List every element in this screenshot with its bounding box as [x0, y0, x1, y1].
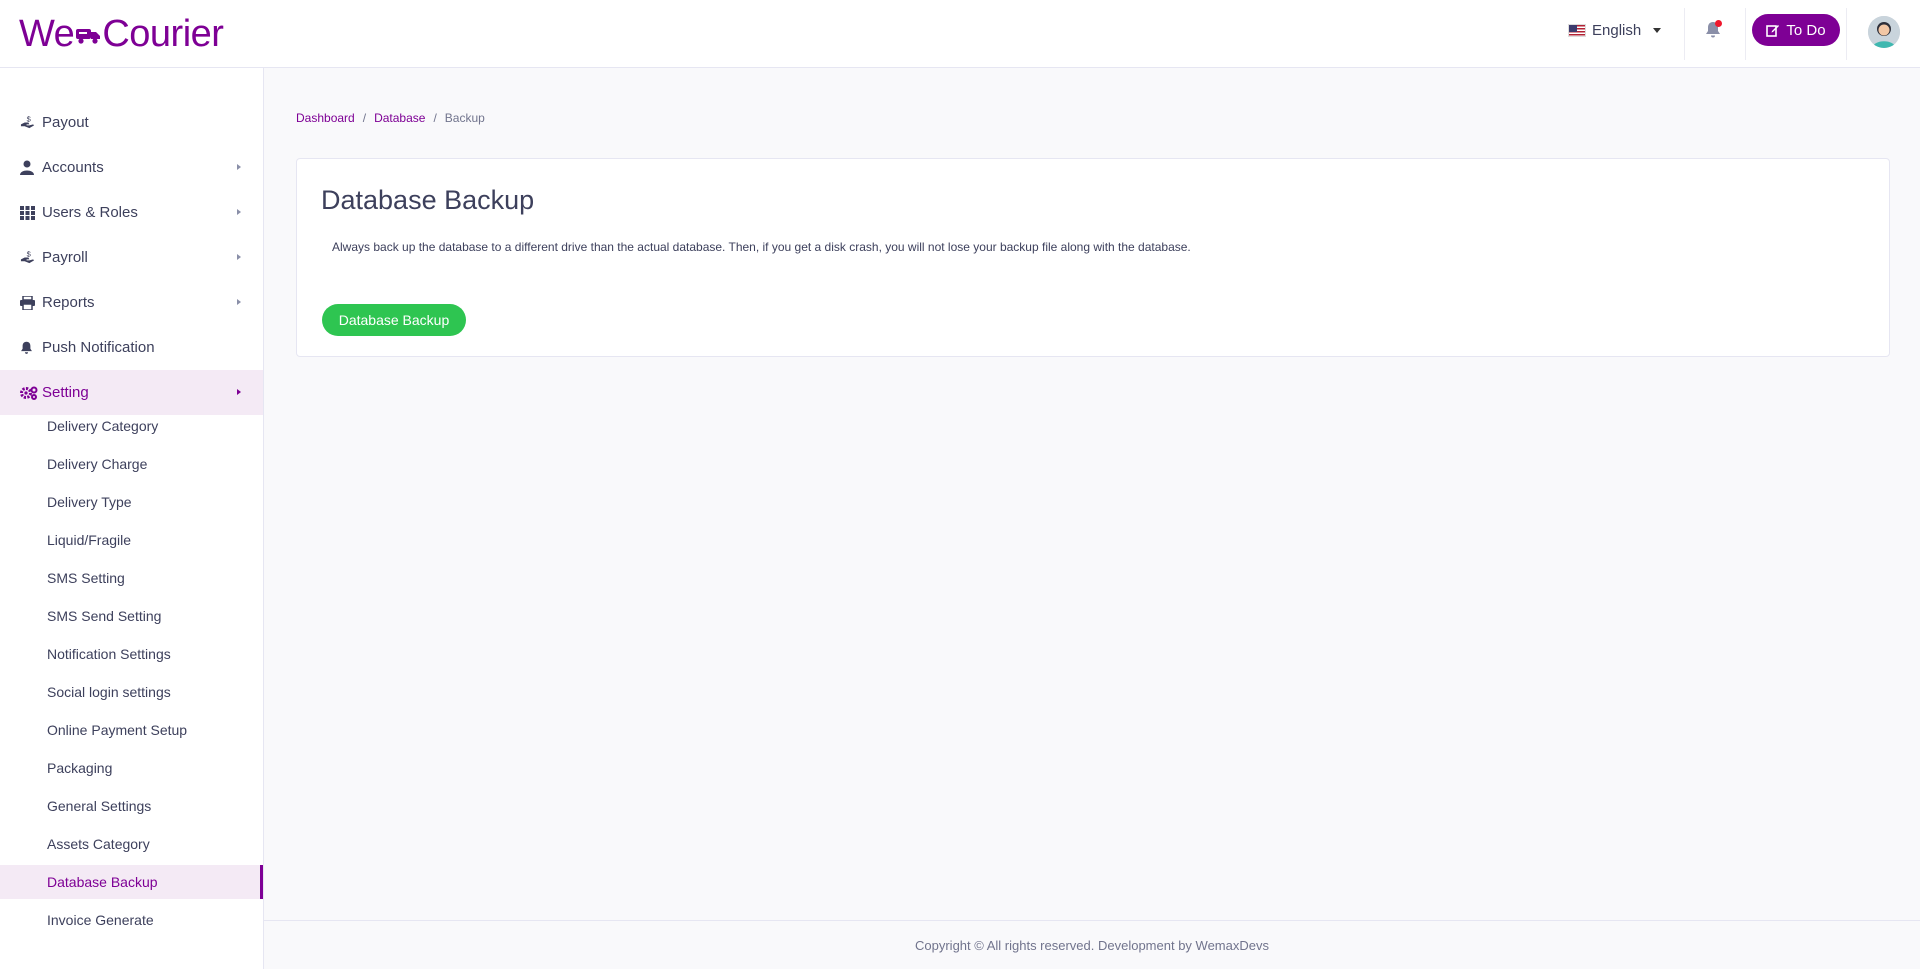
sidebar-item-label: Push Notification — [42, 339, 155, 356]
logo-text-left: We — [19, 13, 75, 55]
divider — [1846, 8, 1847, 60]
footer: Copyright © All rights reserved. Develop… — [264, 920, 1920, 969]
copyright-text: Copyright © All rights reserved. Develop… — [915, 937, 1269, 953]
notification-bell-button[interactable] — [1705, 20, 1722, 44]
database-backup-card: Database Backup Always back up the datab… — [296, 158, 1890, 357]
breadcrumb: Dashboard / Database / Backup — [296, 111, 485, 125]
breadcrumb-separator: / — [362, 111, 367, 125]
submenu-item-assets-category[interactable]: Assets Category — [0, 827, 263, 861]
todo-label: To Do — [1786, 21, 1826, 39]
todo-button[interactable]: To Do — [1752, 14, 1840, 46]
submenu-item-sms-send-setting[interactable]: SMS Send Setting — [0, 599, 263, 633]
hand-coin-icon: $ — [20, 250, 42, 265]
sidebar-item-users-roles[interactable]: Users & Roles — [0, 190, 263, 235]
notification-dot — [1715, 20, 1722, 27]
submenu-item-delivery-charge[interactable]: Delivery Charge — [0, 447, 263, 481]
submenu-item-packaging[interactable]: Packaging — [0, 751, 263, 785]
page-title: Database Backup — [321, 185, 535, 215]
bell-icon — [20, 341, 42, 355]
brand-logo[interactable]: We Courier — [19, 13, 224, 56]
sidebar-item-payroll[interactable]: $ Payroll — [0, 235, 263, 280]
sidebar-item-label: Payout — [42, 114, 89, 131]
sidebar: $ Payout Accounts Users & Roles $ Payrol… — [0, 68, 264, 969]
svg-text:$: $ — [27, 115, 32, 124]
hand-coin-icon: $ — [20, 115, 42, 130]
logo-text-right: Courier — [102, 13, 224, 55]
gears-icon — [20, 386, 42, 400]
chevron-right-icon — [237, 164, 241, 170]
chevron-right-icon — [237, 299, 241, 305]
truck-icon — [76, 28, 101, 44]
sidebar-item-push-notification[interactable]: Push Notification — [0, 325, 263, 370]
top-header: We Courier English To Do — [0, 0, 1920, 68]
language-selector[interactable]: English — [1568, 22, 1662, 39]
submenu-item-database-backup[interactable]: Database Backup — [0, 865, 263, 899]
user-avatar[interactable] — [1868, 16, 1900, 48]
submenu-item-invoice-generate[interactable]: Invoice Generate — [0, 903, 263, 937]
submenu-item-delivery-type[interactable]: Delivery Type — [0, 485, 263, 519]
sidebar-item-reports[interactable]: Reports — [0, 280, 263, 325]
submenu-item-liquid-fragile[interactable]: Liquid/Fragile — [0, 523, 263, 557]
caret-down-icon — [1653, 28, 1662, 33]
language-label: English — [1592, 22, 1642, 39]
avatar-icon — [1868, 16, 1900, 48]
submenu-item-general-settings[interactable]: General Settings — [0, 789, 263, 823]
submenu-item-sms-setting[interactable]: SMS Setting — [0, 561, 263, 595]
grid-icon — [20, 205, 42, 220]
submenu-item-delivery-category[interactable]: Delivery Category — [0, 409, 263, 443]
submenu-item-online-payment-setup[interactable]: Online Payment Setup — [0, 713, 263, 747]
sidebar-item-label: Users & Roles — [42, 204, 138, 221]
submenu-item-social-login-settings[interactable]: Social login settings — [0, 675, 263, 709]
us-flag-icon — [1568, 24, 1586, 37]
printer-icon — [20, 295, 42, 310]
chevron-right-icon — [237, 209, 241, 215]
database-backup-button[interactable]: Database Backup — [322, 304, 466, 336]
edit-icon — [1766, 25, 1780, 37]
breadcrumb-current: Backup — [444, 111, 485, 125]
breadcrumb-database[interactable]: Database — [374, 111, 425, 125]
divider — [1684, 8, 1685, 60]
sidebar-item-payout[interactable]: $ Payout — [0, 100, 263, 145]
sidebar-item-label: Setting — [42, 384, 89, 401]
sidebar-item-accounts[interactable]: Accounts — [0, 145, 263, 190]
sidebar-item-label: Accounts — [42, 159, 104, 176]
sidebar-item-label: Reports — [42, 294, 95, 311]
user-icon — [20, 160, 42, 175]
divider — [1745, 8, 1746, 60]
backup-description: Always back up the database to a differe… — [332, 240, 1191, 254]
breadcrumb-dashboard[interactable]: Dashboard — [296, 111, 355, 125]
breadcrumb-separator: / — [433, 111, 437, 125]
chevron-right-icon — [237, 389, 241, 395]
chevron-right-icon — [237, 254, 241, 260]
sidebar-item-label: Payroll — [42, 249, 88, 266]
svg-text:$: $ — [27, 250, 32, 259]
submenu-item-notification-settings[interactable]: Notification Settings — [0, 637, 263, 671]
